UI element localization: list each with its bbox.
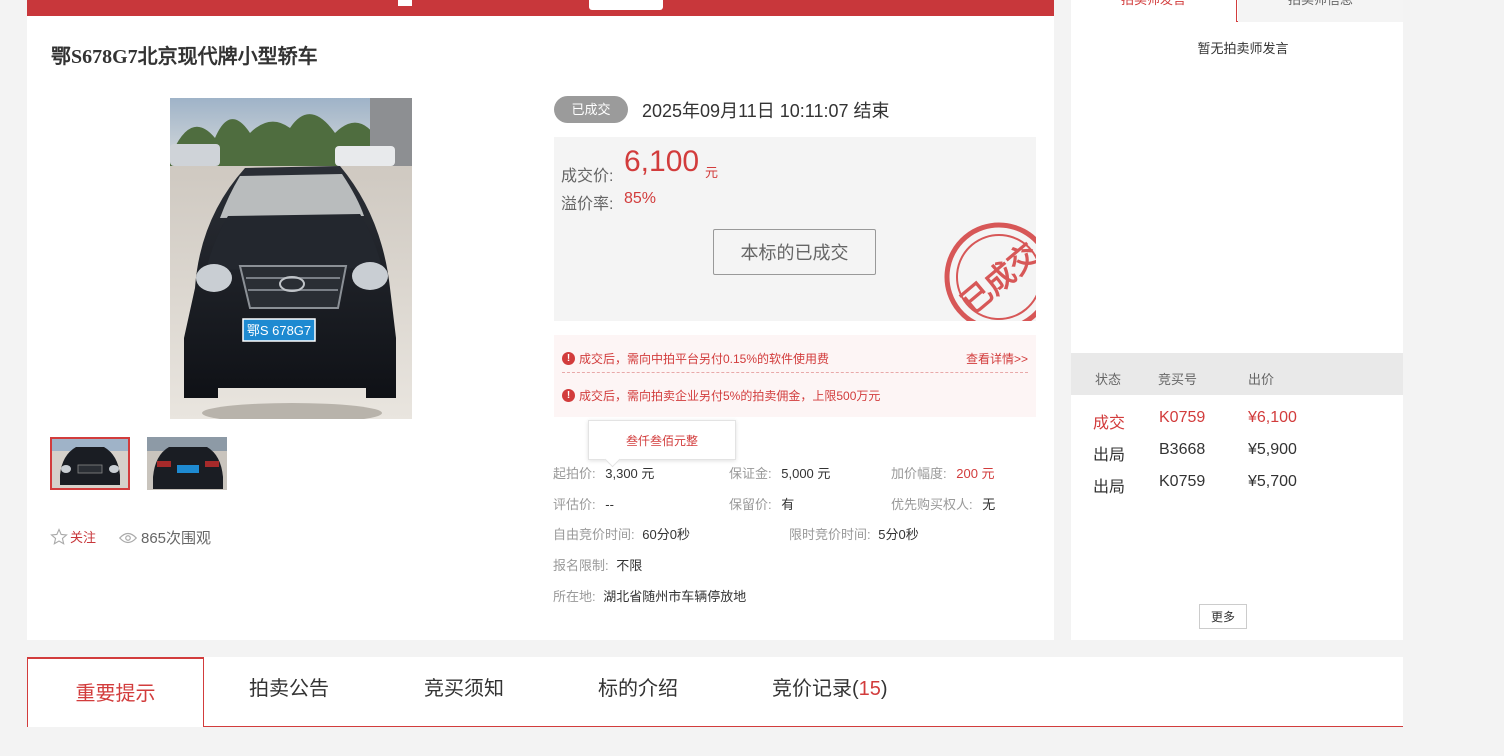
start-price: 起拍价: 3,300 元 [553, 463, 654, 482]
premium-rate-label: 溢价率: [561, 196, 614, 213]
plate-text: 鄂S 678G7 [247, 323, 311, 338]
bid-bidder: B3668 [1159, 441, 1206, 458]
tab-bid-records[interactable]: 竞价记录(15) [772, 657, 888, 726]
price-box: 成交价: 6,100 元 溢价率: 85% 本标的已成交 已成交 [554, 137, 1036, 321]
bid-status: 成交 [1093, 415, 1126, 432]
start-price-value: 3,300 元 [605, 466, 655, 481]
signup-limit: 报名限制: 不限 [553, 555, 642, 574]
reserve-price-value: 有 [781, 497, 795, 512]
follow-label: 关注 [70, 530, 97, 545]
lot-title: 鄂S678G7北京现代牌小型轿车 [51, 46, 318, 68]
tab-auctioneer-speech[interactable]: 拍卖师发言 [1071, 0, 1237, 22]
reserve-price-label: 保留价: [729, 497, 772, 512]
auctioneer-panel: 拍卖师发言 拍卖师信息 暂无拍卖师发言 状态 竞买号 出价 成交 K0759 ¥… [1071, 0, 1403, 640]
notice-commission: ! 成交后，需向拍卖企业另付5%的拍卖佣金，上限500万元 [562, 381, 1028, 409]
view-count-text: 865次围观 [141, 530, 212, 547]
deposit-label: 保证金: [729, 466, 772, 481]
auctioneer-tabs: 拍卖师发言 拍卖师信息 [1071, 0, 1403, 22]
deal-price-unit: 元 [705, 165, 719, 180]
thumbnail-rear[interactable] [147, 437, 227, 490]
tab-auctioneer-info[interactable]: 拍卖师信息 [1238, 0, 1403, 22]
bid-header-bidder: 竞买号 [1158, 372, 1198, 387]
tab-lot-introduction[interactable]: 标的介绍 [598, 657, 678, 726]
warning-icon: ! [562, 388, 575, 402]
detail-tabs: 重要提示 拍卖公告 竞买须知 标的介绍 竞价记录(15) [27, 657, 1403, 727]
thumbnail-front[interactable] [50, 437, 130, 490]
bid-row: 成交 K0759 ¥6,100 [1071, 409, 1403, 433]
bid-row: 出局 K0759 ¥5,700 [1071, 473, 1403, 497]
price-in-words-tooltip: 叁仟叁佰元整 [588, 420, 736, 460]
bid-row: 出局 B3668 ¥5,900 [1071, 441, 1403, 465]
priority-buyer-label: 优先购买权人: [891, 497, 973, 512]
bid-bidder: K0759 [1159, 473, 1206, 490]
bid-status: 出局 [1093, 447, 1126, 464]
tab-auction-announcement[interactable]: 拍卖公告 [249, 657, 329, 726]
priority-buyer: 优先购买权人: 无 [891, 494, 995, 513]
view-count: 865次围观 [119, 527, 211, 548]
notice-text-1: 成交后，需向中拍平台另付0.15%的软件使用费 [579, 352, 830, 366]
deal-price-label: 成交价: [561, 168, 614, 185]
bid-price: ¥6,100 [1248, 409, 1297, 426]
banner-button[interactable] [589, 0, 663, 10]
increment-label: 加价幅度: [891, 466, 947, 481]
bid-bidder: K0759 [1159, 409, 1206, 426]
free-bidding-time-label: 自由竞价时间: [553, 527, 635, 542]
location-value: 湖北省随州市车辆停放地 [603, 589, 747, 604]
signup-limit-value: 不限 [616, 558, 643, 573]
star-icon [50, 527, 68, 545]
checkbox-icon[interactable] [398, 0, 412, 6]
notice-text-2: 成交后，需向拍卖企业另付5%的拍卖佣金，上限500万元 [579, 388, 881, 403]
free-bidding-time: 自由竞价时间: 60分0秒 [553, 524, 690, 543]
tab-bid-records-close: ) [880, 678, 888, 700]
warning-icon: ! [562, 352, 575, 365]
bid-record-count: 15 [858, 678, 881, 700]
sold-stamp: 已成交 [944, 222, 1036, 321]
increment: 加价幅度: 200 元 [891, 463, 995, 482]
signup-limit-label: 报名限制: [553, 558, 609, 573]
more-bids-button[interactable]: 更多 [1199, 604, 1247, 629]
follow-button[interactable]: 关注 [50, 527, 96, 546]
tab-bidding-rules[interactable]: 竞买须知 [424, 657, 504, 726]
evaluation-price-value: -- [605, 497, 614, 512]
bid-price: ¥5,700 [1248, 473, 1297, 490]
limited-bidding-time: 限时竞价时间: 5分0秒 [789, 524, 919, 543]
deposit-value: 5,000 元 [781, 466, 831, 481]
bid-price: ¥5,900 [1248, 441, 1297, 458]
view-details-link[interactable]: 查看详情>> [966, 350, 1028, 367]
location: 所在地: 湖北省随州市车辆停放地 [553, 586, 746, 605]
notice-software-fee: ! 成交后，需向中拍平台另付0.15%的软件使用费 查看详情>> [562, 345, 1028, 373]
status-badge: 已成交 [554, 96, 628, 123]
bid-header-status: 状态 [1095, 372, 1122, 387]
limited-bidding-time-value: 5分0秒 [878, 527, 919, 542]
limited-bidding-time-label: 限时竞价时间: [789, 527, 871, 542]
no-speech-message: 暂无拍卖师发言 [1197, 41, 1289, 56]
deal-price: 6,100 [624, 145, 700, 178]
priority-buyer-value: 无 [982, 497, 996, 512]
deposit: 保证金: 5,000 元 [729, 463, 830, 482]
premium-rate-value: 85% [624, 190, 657, 207]
eye-icon [119, 532, 137, 543]
bid-header-price: 出价 [1248, 372, 1275, 387]
notice-box: ! 成交后，需向中拍平台另付0.15%的软件使用费 查看详情>> ! 成交后，需… [554, 335, 1036, 417]
tab-bid-records-label: 竞价记录( [772, 678, 859, 700]
evaluation-price-label: 评估价: [553, 497, 596, 512]
increment-value: 200 元 [956, 466, 995, 481]
free-bidding-time-value: 60分0秒 [642, 527, 690, 542]
evaluation-price: 评估价: -- [553, 494, 614, 513]
bid-table-header: 状态 竞买号 出价 [1071, 353, 1403, 395]
start-price-label: 起拍价: [553, 466, 596, 481]
top-banner [27, 0, 1054, 16]
main-photo[interactable]: 鄂S 678G7 [170, 98, 412, 419]
reserve-price: 保留价: 有 [729, 494, 794, 513]
end-time: 2025年09月11日 10:11:07 结束 [642, 101, 890, 121]
sold-button[interactable]: 本标的已成交 [713, 229, 876, 275]
tab-important-notice[interactable]: 重要提示 [27, 657, 204, 727]
location-label: 所在地: [553, 589, 596, 604]
lot-main-panel: 鄂S678G7北京现代牌小型轿车 鄂S 678G7 关注 865次围观 已成交 … [27, 0, 1054, 640]
bid-status: 出局 [1093, 479, 1126, 496]
